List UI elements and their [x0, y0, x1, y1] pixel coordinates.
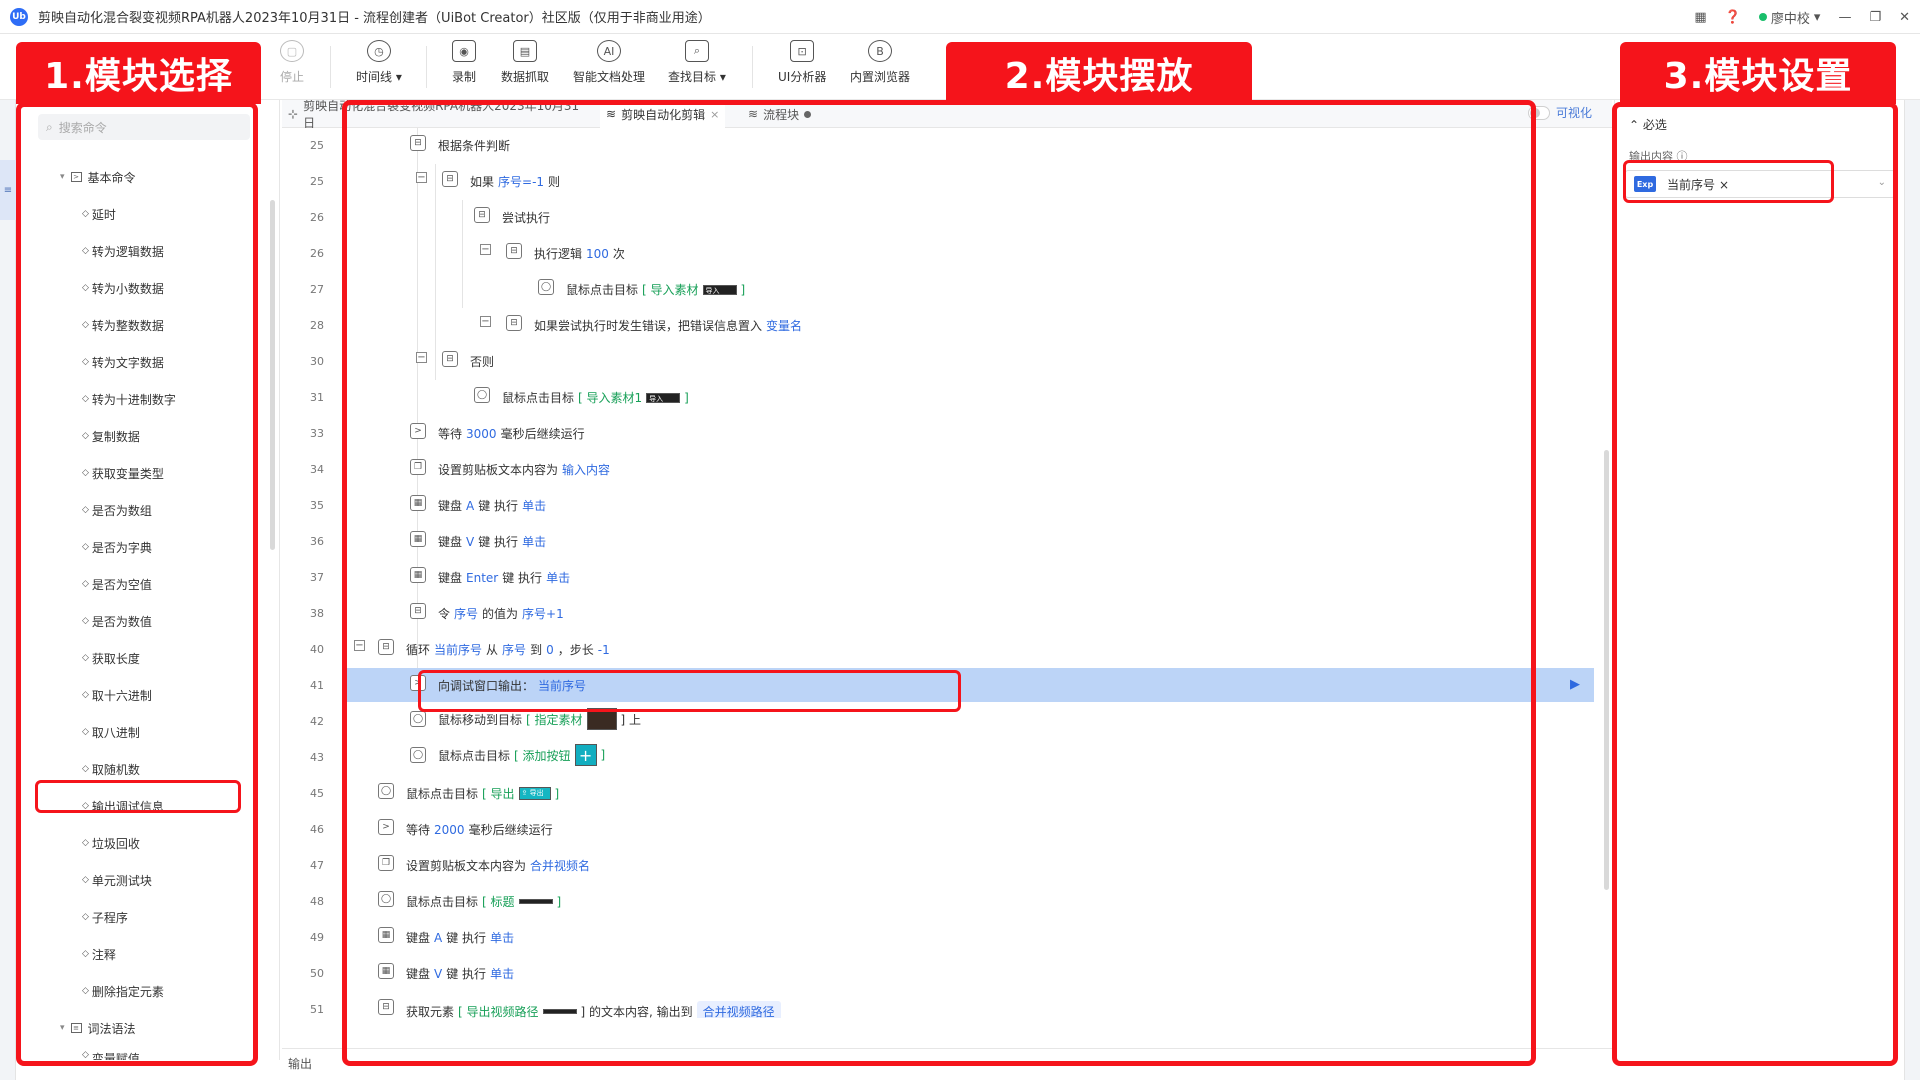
user-menu[interactable]: 廖中校 ▾ — [1758, 8, 1821, 27]
toolbar-divider — [752, 46, 753, 88]
window-title: 剪映自动化混合裂变视频RPA机器人2023年10月31日 - 流程创建者（UiB… — [38, 11, 711, 26]
close-icon[interactable]: ✕ — [1899, 10, 1910, 25]
line-number: 40 — [310, 643, 324, 656]
line-number: 50 — [310, 967, 324, 980]
highlight-selected-step — [418, 670, 961, 712]
builtin-browser-label: 内置浏览器 — [850, 70, 911, 84]
right-activity-strip — [1904, 100, 1920, 1080]
line-number: 37 — [310, 571, 324, 584]
timeline-label: 时间线 ▾ — [356, 70, 402, 84]
smart-doc-label: 智能文档处理 — [573, 70, 646, 84]
browser-icon: B — [868, 40, 892, 62]
line-number: 34 — [310, 463, 324, 476]
timeline-button[interactable]: ◷ 时间线 ▾ — [356, 40, 402, 85]
line-number: 45 — [310, 787, 324, 800]
line-number: 30 — [310, 355, 324, 368]
highlight-debug-output-item — [35, 780, 241, 813]
help-icon[interactable]: ❓ — [1725, 10, 1741, 25]
commands-tab[interactable]: ≡ — [0, 160, 16, 220]
minimize-icon[interactable]: — — [1838, 10, 1851, 25]
line-number: 26 — [310, 211, 324, 224]
line-number: 46 — [310, 823, 324, 836]
chevron-down-icon: ▾ — [1813, 9, 1821, 25]
annotation-label-2: 2.模块摆放 — [946, 42, 1252, 104]
left-activity-strip: ≡ — [0, 100, 16, 1080]
ai-doc-icon: AI — [597, 40, 621, 62]
user-name: 廖中校 — [1770, 11, 1810, 27]
toolbar-divider — [426, 46, 427, 88]
line-gutter: 25 25 26 26 27 28 30 31 33 34 35 36 37 3… — [282, 128, 344, 1018]
output-label: 输出 — [288, 1057, 313, 1071]
line-number: 36 — [310, 535, 324, 548]
find-target-icon: ⌕ — [684, 40, 709, 62]
app-logo-icon: Ub — [10, 7, 28, 26]
canvas-scrollbar[interactable] — [1604, 450, 1609, 890]
clock-icon: ◷ — [366, 40, 391, 62]
line-number: 25 — [310, 139, 324, 152]
title-bar: Ub 剪映自动化混合裂变视频RPA机器人2023年10月31日 - 流程创建者（… — [0, 0, 1920, 34]
layout-grid-icon[interactable]: ▦ — [1694, 10, 1706, 25]
line-number: 26 — [310, 247, 324, 260]
line-number: 49 — [310, 931, 324, 944]
find-target-button[interactable]: ⌕ 查找目标 ▾ — [668, 40, 726, 85]
annotation-box-1 — [16, 102, 258, 1066]
annotation-label-3: 3.模块设置 — [1620, 42, 1896, 104]
line-number: 31 — [310, 391, 324, 404]
stop-icon: ▢ — [280, 40, 304, 62]
stop-label: 停止 — [280, 70, 305, 84]
line-number: 27 — [310, 283, 324, 296]
record-button[interactable]: ◉ 录制 — [452, 40, 476, 85]
sidebar-scrollbar[interactable] — [270, 200, 275, 550]
toolbar-divider — [330, 46, 331, 88]
line-number: 35 — [310, 499, 324, 512]
line-number: 51 — [310, 1003, 324, 1015]
line-number: 38 — [310, 607, 324, 620]
data-grab-label: 数据抓取 — [501, 70, 550, 84]
line-number: 43 — [310, 751, 324, 764]
ui-analyzer-button[interactable]: ⊡ UI分析器 — [778, 40, 826, 85]
visual-toggle-label: 可视化 — [1555, 106, 1592, 120]
annotation-box-3 — [1612, 102, 1898, 1066]
line-number: 41 — [310, 679, 324, 692]
data-grab-button[interactable]: ▤ 数据抓取 — [501, 40, 549, 85]
line-number: 42 — [310, 715, 324, 728]
record-label: 录制 — [452, 70, 477, 84]
highlight-output-field — [1623, 160, 1834, 203]
run-step-icon[interactable]: ▶ — [1570, 677, 1580, 692]
restore-icon[interactable]: ❐ — [1869, 10, 1881, 25]
annotation-box-2 — [342, 100, 1536, 1066]
line-number: 47 — [310, 859, 324, 872]
ui-analyzer-icon: ⊡ — [790, 40, 815, 62]
smart-doc-button[interactable]: AI 智能文档处理 — [573, 40, 645, 85]
line-number: 25 — [310, 175, 324, 188]
title-bar-controls: ▦ ❓ 廖中校 ▾ — ❐ ✕ — [1694, 0, 1910, 34]
builtin-browser-button[interactable]: B 内置浏览器 — [850, 40, 910, 85]
data-grab-icon: ▤ — [513, 40, 537, 62]
annotation-label-1: 1.模块选择 — [16, 42, 261, 104]
online-status-icon — [1758, 13, 1767, 21]
project-tree-icon: ⊹ — [288, 107, 299, 121]
line-number: 28 — [310, 319, 324, 332]
find-target-label: 查找目标 ▾ — [668, 70, 726, 84]
record-icon: ◉ — [452, 40, 476, 62]
line-number: 33 — [310, 427, 324, 440]
visual-toggle[interactable]: 可视化 — [1527, 104, 1592, 121]
uibot-creator-window: Ub 剪映自动化混合裂变视频RPA机器人2023年10月31日 - 流程创建者（… — [0, 0, 1920, 1080]
stop-button[interactable]: ▢ 停止 — [280, 40, 304, 85]
line-number: 48 — [310, 895, 324, 908]
ui-analyzer-label: UI分析器 — [778, 70, 827, 84]
